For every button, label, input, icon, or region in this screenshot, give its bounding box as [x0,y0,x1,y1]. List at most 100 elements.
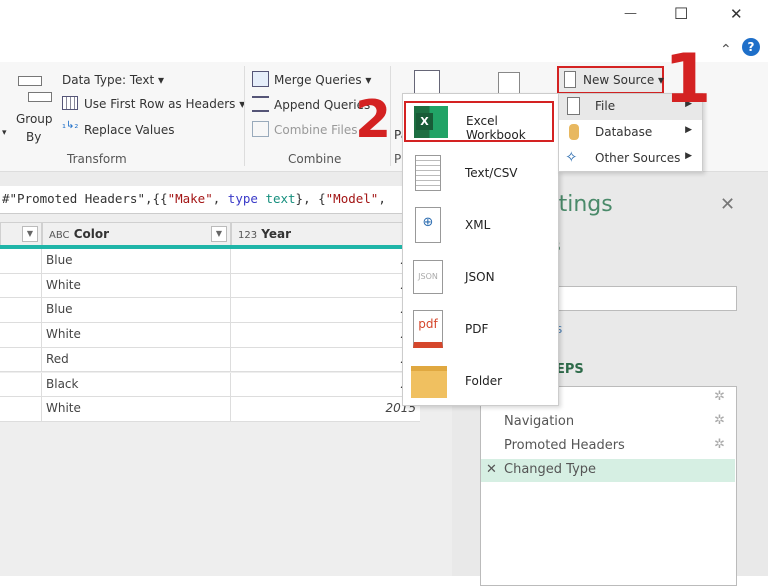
table-row: White 2015 [0,397,420,422]
menu-item-label: Excel Workbook [466,114,526,142]
cell-color[interactable]: White [46,327,81,341]
submenu-item-other-sources[interactable]: ✧ Other Sources ▶ [559,146,702,172]
json-file-icon: JSON [413,260,443,294]
step-item[interactable]: Promoted Headers ✲ [481,435,735,458]
submenu-label: Database [595,125,653,139]
menu-item-label: XML [465,218,491,232]
replace-values-icon: ₁↳₂ [62,120,79,131]
submenu-label: Other Sources [595,151,681,165]
number-type-icon[interactable]: 123 [238,230,257,241]
merge-queries-icon [252,71,269,87]
menu-item-label: JSON [465,270,495,284]
cell-color[interactable]: Red [46,352,69,366]
table-row: White 20 [0,273,420,299]
formula-bar[interactable]: #"Promoted Headers",{{"Make", type text}… [0,186,452,214]
step-label: Changed Type [504,462,597,477]
xml-file-icon: ⊕ [415,207,441,243]
combine-files-button[interactable]: Combine Files [274,123,358,137]
filter-dropdown-icon[interactable]: ▼ [211,226,227,242]
table-row: White 20 [0,323,420,348]
chevron-right-icon: ▶ [685,151,692,161]
formula-text: text [265,191,296,206]
menu-item-folder[interactable]: Folder [403,356,558,408]
parameters-group-label: P [394,152,402,166]
group-by-label-2: By [26,130,42,144]
other-sources-icon: ✧ [565,148,578,166]
formula-text: , [212,191,228,206]
divider [244,66,245,166]
cell-color[interactable]: White [46,401,81,415]
submenu-label: File [595,99,616,113]
file-source-menu: X Excel Workbook Text/CSV ⊕ XML JSON JSON … [402,93,559,406]
applied-steps-list: ✲ Navigation ✲ Promoted Headers ✲ ✕ Changed… [480,386,737,586]
submenu-item-database[interactable]: Database ▶ [559,120,702,146]
merge-queries-button[interactable]: Merge Queries ▾ [274,73,371,87]
pdf-file-icon: pdf [413,310,443,348]
step-item-selected[interactable]: ✕ Changed Type [481,459,735,482]
collapse-ribbon-icon[interactable]: ⌃ [720,42,732,58]
combine-group-label: Combine [288,152,342,166]
group-by-icon [18,76,42,86]
gear-icon[interactable]: ✲ [714,437,725,452]
annotation-step-2: 2 [355,90,392,150]
column-name: Year [261,227,292,241]
formula-text: "Make" [167,191,213,206]
cell-color[interactable]: Blue [46,253,73,267]
cell-color[interactable]: Blue [46,302,73,316]
menu-item-text-csv[interactable]: Text/CSV [403,148,558,200]
formula-text: type [227,191,258,206]
column-header-color[interactable]: ABC Color ▼ [42,222,231,246]
gear-icon[interactable]: ✲ [714,389,725,404]
dropdown-arrow-icon[interactable]: ▾ [2,128,7,138]
column-header-year[interactable]: 123 Year [231,222,421,246]
table-row: Black 20 [0,372,420,398]
file-icon [567,97,580,115]
minimize-button[interactable]: — [624,6,637,21]
column-header[interactable]: ▼ [0,222,42,246]
table-row: Blue 20 [0,298,420,324]
step-label: Navigation [504,414,575,429]
filter-dropdown-icon[interactable]: ▼ [22,226,38,242]
close-pane-button[interactable]: ✕ [720,194,735,215]
formula-text: , [378,191,386,206]
formula-text: "Model" [325,191,379,206]
file-icon [564,71,576,88]
menu-item-json[interactable]: JSON JSON [403,252,558,304]
text-type-icon[interactable]: ABC [49,230,70,241]
step-item[interactable]: Navigation ✲ [481,411,735,434]
excel-icon: X [414,106,448,138]
group-by-label: Group [16,112,53,126]
formula-text: }, { [295,191,326,206]
cell-color[interactable]: Black [46,377,78,391]
replace-values-button[interactable]: Replace Values [84,123,175,137]
group-by-button[interactable]: Group By [12,70,58,150]
maximize-button[interactable]: ☐ [674,4,688,23]
database-icon [569,124,579,140]
menu-item-label: PDF [465,322,489,336]
annotation-step-1: 1 [664,40,712,119]
help-icon[interactable]: ? [742,38,760,56]
cell-color[interactable]: White [46,278,81,292]
close-button[interactable]: ✕ [730,5,743,23]
use-first-row-headers-button[interactable]: Use First Row as Headers ▾ [84,97,245,111]
menu-item-pdf[interactable]: pdf PDF [403,304,558,356]
transform-group-label: Transform [67,152,127,166]
applied-steps-heading: EPS [556,362,584,377]
table-row: Blue 20 [0,249,420,274]
new-source-label: New Source ▾ [583,73,665,87]
data-type-dropdown[interactable]: Data Type: Text ▾ [62,73,164,87]
title-bar: — ☐ ✕ ⌃ ? [0,0,768,62]
gear-icon[interactable]: ✲ [714,413,725,428]
new-source-button[interactable]: New Source ▾ [557,66,664,94]
formula-text: #"Promoted Headers",{{ [2,191,168,206]
menu-item-excel-workbook[interactable]: X Excel Workbook [404,101,554,142]
delete-step-icon[interactable]: ✕ [486,462,497,477]
group-by-icon-part [28,92,52,102]
combine-files-icon [252,121,269,137]
table-icon [62,96,78,110]
append-queries-icon [252,96,269,112]
menu-item-xml[interactable]: ⊕ XML [403,200,558,252]
column-name: Color [73,227,110,241]
menu-item-label: Text/CSV [465,166,518,180]
text-file-icon [415,155,441,191]
